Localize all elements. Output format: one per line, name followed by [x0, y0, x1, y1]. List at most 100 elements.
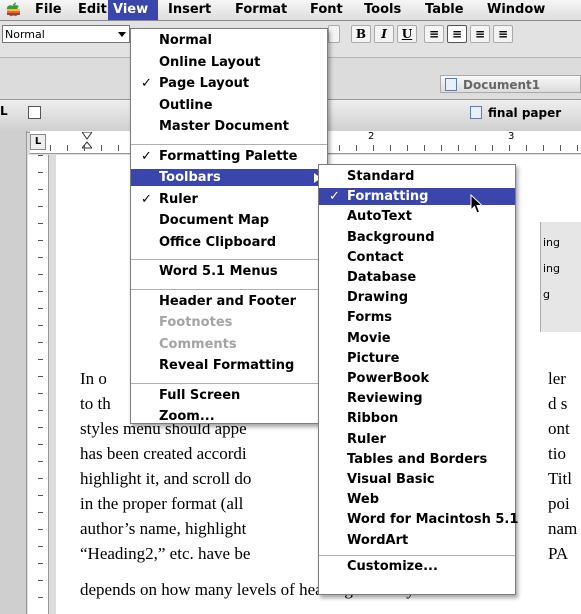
- menu-item-label: PowerBook: [347, 371, 430, 386]
- toolbars-menu-item-movie[interactable]: Movie: [319, 330, 515, 347]
- menu-tools[interactable]: Tools: [364, 0, 401, 20]
- view-menu-item-office-clipboard[interactable]: Office Clipboard: [131, 234, 327, 251]
- doc-line-left: highlight it, and scroll do: [80, 469, 252, 488]
- style-dropdown[interactable]: Normal: [2, 25, 130, 43]
- menu-item-label: Page Layout: [159, 76, 250, 91]
- toolbars-menu-item-ruler[interactable]: Ruler: [319, 431, 515, 448]
- doc-line-left: “Heading2,” etc. have be: [80, 544, 251, 563]
- menu-item-label: WordArt: [347, 532, 409, 548]
- doc-line-left: to th: [80, 394, 111, 413]
- view-menu-item-page-layout[interactable]: ✓ Page Layout: [131, 75, 327, 92]
- ruler-mark-2: 2: [368, 131, 375, 142]
- menu-edit[interactable]: Edit: [78, 0, 107, 20]
- palette-item[interactable]: g: [543, 288, 550, 301]
- doc-line-left: in the proper format (all: [80, 494, 244, 513]
- menu-table[interactable]: Table: [425, 0, 464, 20]
- menu-view[interactable]: View: [108, 0, 158, 20]
- menu-item-label: AutoText: [347, 209, 413, 225]
- view-menu-item-comments: Comments: [131, 336, 327, 353]
- toolbars-menu-item-database[interactable]: Database: [319, 269, 515, 286]
- view-menu-item-document-map[interactable]: Document Map: [131, 212, 327, 229]
- menu-separator: [131, 288, 327, 290]
- toolbars-menu-item-word-for-macintosh-5-1[interactable]: Word for Macintosh 5.1: [319, 511, 518, 528]
- view-menu-item-ruler[interactable]: ✓ Ruler: [131, 191, 327, 208]
- doc-line-right: tio: [548, 444, 566, 463]
- justify-button[interactable]: ≡: [493, 25, 513, 43]
- menu-window[interactable]: Window: [487, 0, 545, 20]
- checkmark-icon: ✓: [141, 148, 152, 164]
- align-right-button[interactable]: ≡: [470, 25, 490, 43]
- menu-item-label: Full Screen: [159, 387, 241, 403]
- menu-item-label: Toolbars: [159, 170, 221, 185]
- view-menu-item-normal[interactable]: Normal: [131, 32, 327, 49]
- view-menu-item-formatting-palette[interactable]: ✓ Formatting Palette: [131, 148, 327, 165]
- view-menu-item-toolbars[interactable]: Toolbars: [131, 169, 327, 186]
- doc-line-right: ler: [548, 369, 566, 388]
- tab-selector[interactable]: L: [30, 134, 46, 150]
- font-dropdown-arrow[interactable]: [328, 25, 340, 43]
- view-menu-item-master-document[interactable]: Master Document: [131, 118, 327, 135]
- view-menu-item-word-5-1-menus[interactable]: Word 5.1 Menus: [131, 263, 327, 280]
- view-menu-item-header-and-footer[interactable]: Header and Footer: [131, 293, 327, 310]
- view-menu-item-full-screen[interactable]: Full Screen: [131, 387, 327, 404]
- toolbars-menu-item-tables-and-borders[interactable]: Tables and Borders: [319, 451, 515, 468]
- underline-button[interactable]: U: [397, 25, 417, 43]
- menu-item-label: Database: [347, 270, 417, 285]
- final-paper-title: final paper: [488, 106, 562, 120]
- toolbars-menu-item-customize[interactable]: Customize...: [319, 558, 515, 575]
- toolbars-menu-item-forms[interactable]: Forms: [319, 309, 515, 326]
- menu-item-label: Formatting: [347, 189, 429, 205]
- menu-file[interactable]: File: [35, 0, 62, 20]
- toolbars-menu-item-background[interactable]: Background: [319, 229, 515, 246]
- menu-format[interactable]: Format: [235, 0, 287, 20]
- menu-item-label: Movie: [347, 330, 391, 346]
- bold-button[interactable]: B: [351, 25, 371, 43]
- toolbars-menu-item-web[interactable]: Web: [319, 491, 515, 508]
- toolbars-menu-item-wordart[interactable]: WordArt: [319, 532, 515, 549]
- menu-item-label: Office Clipboard: [159, 234, 277, 250]
- toolbars-menu-item-autotext[interactable]: AutoText: [319, 208, 515, 225]
- palette-item[interactable]: ing: [543, 262, 560, 275]
- doc-line-right: poi: [548, 494, 570, 513]
- palette-item[interactable]: ing: [543, 236, 560, 249]
- menu-bar: File Edit View Insert Format Font Tools …: [0, 0, 581, 21]
- menu-item-label: Document Map: [159, 213, 270, 228]
- toolbars-menu-item-drawing[interactable]: Drawing: [319, 289, 515, 306]
- close-box[interactable]: [28, 106, 41, 119]
- menu-item-label: Visual Basic: [347, 472, 435, 487]
- toolbars-menu-item-standard[interactable]: Standard: [319, 168, 515, 185]
- doc-line-right: Titl: [548, 469, 572, 488]
- menu-item-label: Ruler: [347, 431, 386, 447]
- menu-insert[interactable]: Insert: [168, 0, 211, 20]
- toolbars-menu-item-formatting[interactable]: ✓ Formatting: [319, 188, 515, 206]
- document1-window-title[interactable]: Document1: [440, 75, 581, 93]
- toolbars-menu-item-visual-basic[interactable]: Visual Basic: [319, 471, 515, 488]
- final-paper-window-title[interactable]: final paper: [466, 104, 581, 122]
- chevron-down-icon[interactable]: [118, 32, 126, 37]
- menu-item-label: Drawing: [347, 290, 409, 306]
- left-gutter: [0, 131, 27, 614]
- toolbars-menu-item-reviewing[interactable]: Reviewing: [319, 390, 515, 407]
- view-menu-item-outline[interactable]: Outline: [131, 97, 327, 114]
- align-left-button[interactable]: ≡: [424, 25, 444, 43]
- view-menu-item-online-layout[interactable]: Online Layout: [131, 54, 327, 71]
- menu-item-label: Normal: [159, 33, 212, 48]
- toolbars-menu-item-powerbook[interactable]: PowerBook: [319, 370, 515, 387]
- view-menu-item-reveal-formatting[interactable]: Reveal Formatting: [131, 357, 327, 374]
- menu-separator: [131, 382, 327, 384]
- toolbars-menu-item-picture[interactable]: Picture: [319, 350, 515, 367]
- toolbars-menu-item-contact[interactable]: Contact: [319, 249, 515, 266]
- document-icon: [470, 106, 482, 119]
- view-menu-item-zoom[interactable]: Zoom...: [131, 408, 327, 425]
- doc-line-right: d s: [548, 394, 568, 413]
- menu-font[interactable]: Font: [310, 0, 343, 20]
- doc-line-right: ont: [548, 419, 570, 438]
- menu-separator: [319, 554, 515, 556]
- italic-button[interactable]: I: [374, 25, 394, 43]
- menu-item-label: Picture: [347, 350, 400, 366]
- menu-item-label: Ribbon: [347, 411, 399, 427]
- menu-separator: [131, 143, 327, 145]
- align-center-button[interactable]: ≡: [447, 25, 467, 43]
- toolbars-menu-item-ribbon[interactable]: Ribbon: [319, 410, 515, 427]
- apple-icon[interactable]: [4, 2, 22, 18]
